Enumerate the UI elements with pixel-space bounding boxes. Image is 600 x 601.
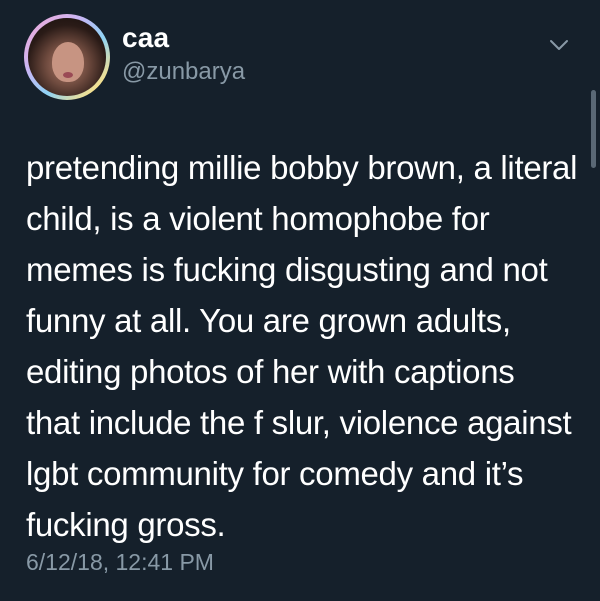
display-name[interactable]: caa — [122, 22, 169, 54]
user-handle[interactable]: @zunbarya — [122, 58, 245, 86]
avatar-lips — [63, 72, 73, 78]
tweet-timestamp[interactable]: 6/12/18, 12:41 PM — [26, 549, 214, 576]
tweet-card: caa @zunbarya pretending millie bobby br… — [0, 0, 600, 601]
chevron-down-icon[interactable] — [548, 34, 570, 56]
avatar[interactable] — [24, 14, 110, 100]
scrollbar[interactable] — [591, 90, 596, 168]
tweet-text: pretending millie bobby brown, a literal… — [26, 149, 578, 543]
avatar-photo — [28, 18, 106, 96]
